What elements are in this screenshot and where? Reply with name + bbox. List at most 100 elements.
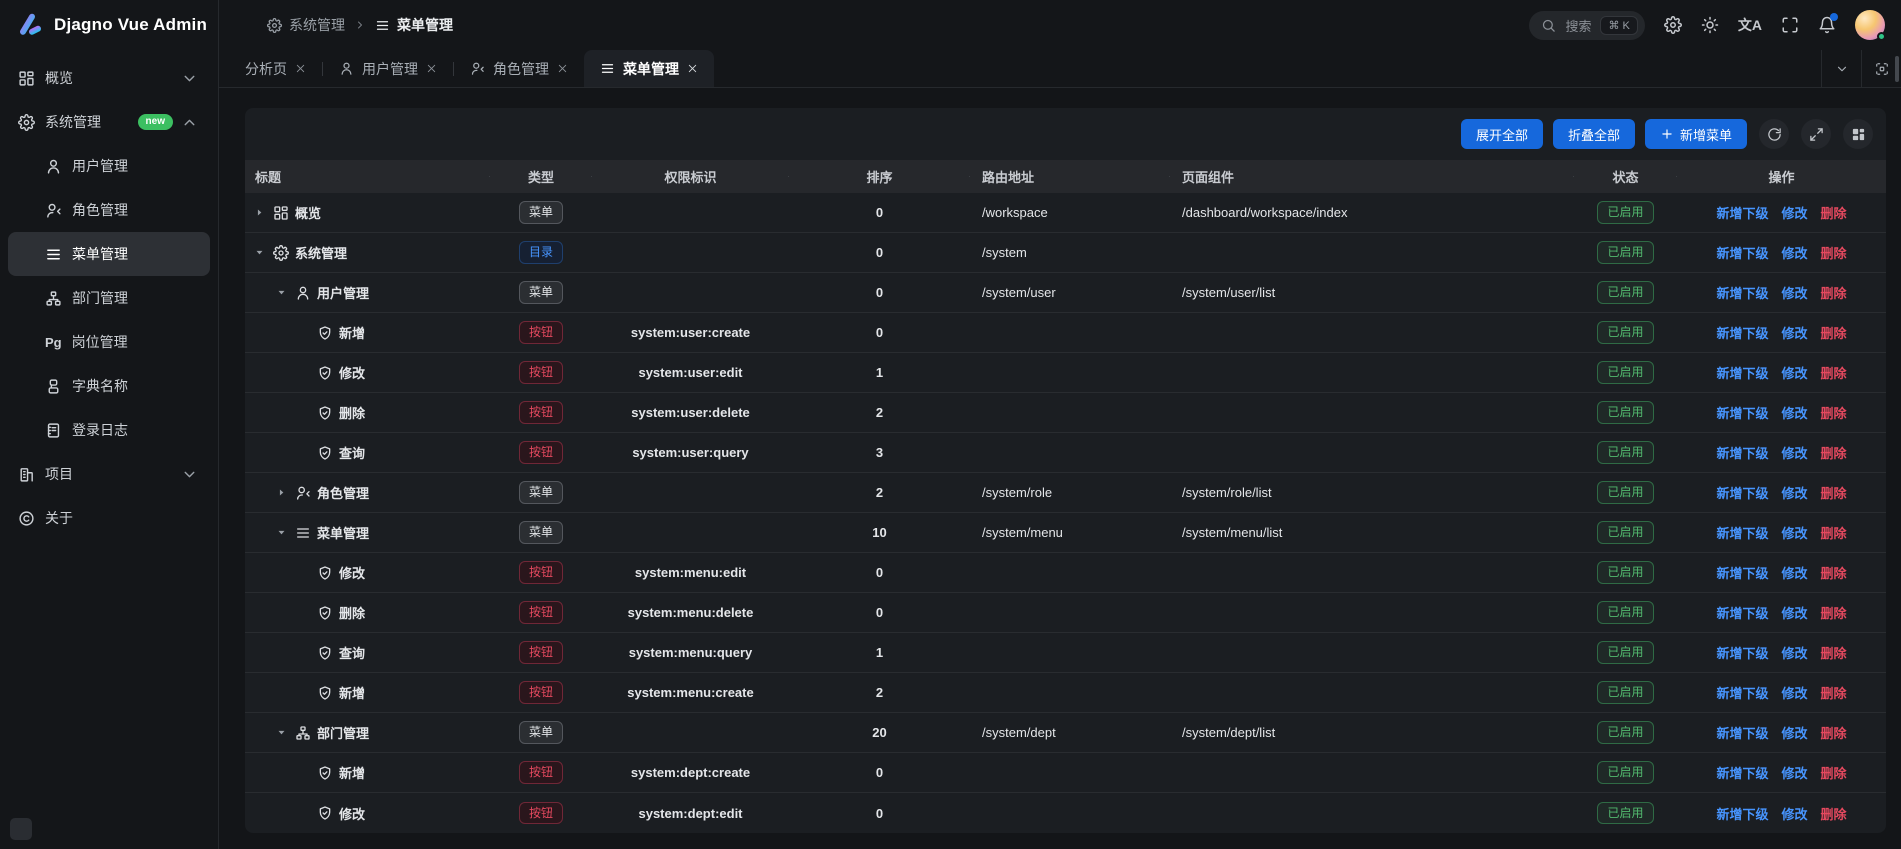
caret-down-icon[interactable] bbox=[251, 247, 267, 258]
notifications-button[interactable] bbox=[1818, 16, 1836, 34]
action-delete[interactable]: 删除 bbox=[1821, 763, 1847, 782]
caret-down-icon[interactable] bbox=[273, 287, 289, 298]
column-header-title: 标题 bbox=[245, 167, 490, 186]
action-delete[interactable]: 删除 bbox=[1821, 283, 1847, 302]
action-add-child[interactable]: 新增下级 bbox=[1716, 804, 1768, 823]
tab-menu[interactable]: 菜单管理 bbox=[584, 50, 714, 87]
action-delete[interactable]: 删除 bbox=[1821, 443, 1847, 462]
cell-type: 按钮 bbox=[490, 361, 592, 383]
action-add-child[interactable]: 新增下级 bbox=[1716, 723, 1768, 742]
refresh-table-button[interactable] bbox=[1759, 119, 1789, 149]
sidebar-item-dept[interactable]: 部门管理 bbox=[8, 276, 210, 320]
user-arrow-icon bbox=[45, 202, 62, 219]
language-button[interactable]: 文A bbox=[1738, 18, 1762, 32]
action-add-child[interactable]: 新增下级 bbox=[1716, 483, 1768, 502]
action-edit[interactable]: 修改 bbox=[1781, 523, 1807, 542]
sidebar-item-user[interactable]: 用户管理 bbox=[8, 144, 210, 188]
action-edit[interactable]: 修改 bbox=[1781, 283, 1807, 302]
sidebar-item-about[interactable]: 关于 bbox=[8, 496, 210, 540]
close-icon[interactable] bbox=[557, 63, 568, 74]
sidebar-item-overview[interactable]: 概览 bbox=[8, 56, 210, 100]
action-add-child[interactable]: 新增下级 bbox=[1716, 643, 1768, 662]
sidebar-item-log[interactable]: 登录日志 bbox=[8, 408, 210, 452]
cell-sort: 1 bbox=[789, 365, 970, 380]
add-menu-button[interactable]: 新增菜单 bbox=[1645, 119, 1747, 149]
action-add-child[interactable]: 新增下级 bbox=[1716, 243, 1768, 262]
action-delete[interactable]: 删除 bbox=[1821, 643, 1847, 662]
action-edit[interactable]: 修改 bbox=[1781, 203, 1807, 222]
breadcrumb-item-menu[interactable]: 菜单管理 bbox=[375, 15, 453, 35]
column-settings-button[interactable] bbox=[1843, 119, 1873, 149]
action-delete[interactable]: 删除 bbox=[1821, 723, 1847, 742]
action-add-child[interactable]: 新增下级 bbox=[1716, 763, 1768, 782]
action-add-child[interactable]: 新增下级 bbox=[1716, 523, 1768, 542]
action-add-child[interactable]: 新增下级 bbox=[1716, 323, 1768, 342]
caret-down-icon[interactable] bbox=[273, 727, 289, 738]
action-add-child[interactable]: 新增下级 bbox=[1716, 203, 1768, 222]
action-delete[interactable]: 删除 bbox=[1821, 563, 1847, 582]
shield-icon bbox=[317, 405, 333, 421]
action-delete[interactable]: 删除 bbox=[1821, 683, 1847, 702]
settings-button[interactable] bbox=[1664, 16, 1682, 34]
action-add-child[interactable]: 新增下级 bbox=[1716, 683, 1768, 702]
action-add-child[interactable]: 新增下级 bbox=[1716, 403, 1768, 422]
action-add-child[interactable]: 新增下级 bbox=[1716, 443, 1768, 462]
action-edit[interactable]: 修改 bbox=[1781, 363, 1807, 382]
caret-right-icon[interactable] bbox=[273, 487, 289, 498]
sidebar-item-post[interactable]: Pg岗位管理 bbox=[8, 320, 210, 364]
type-badge: 菜单 bbox=[519, 481, 563, 503]
action-delete[interactable]: 删除 bbox=[1821, 243, 1847, 262]
action-edit[interactable]: 修改 bbox=[1781, 483, 1807, 502]
action-delete[interactable]: 删除 bbox=[1821, 403, 1847, 422]
caret-down-icon[interactable] bbox=[273, 527, 289, 538]
action-edit[interactable]: 修改 bbox=[1781, 643, 1807, 662]
action-edit[interactable]: 修改 bbox=[1781, 723, 1807, 742]
action-add-child[interactable]: 新增下级 bbox=[1716, 563, 1768, 582]
action-add-child[interactable]: 新增下级 bbox=[1716, 603, 1768, 622]
theme-toggle-button[interactable] bbox=[1701, 16, 1719, 34]
action-edit[interactable]: 修改 bbox=[1781, 563, 1807, 582]
action-delete[interactable]: 删除 bbox=[1821, 323, 1847, 342]
action-delete[interactable]: 删除 bbox=[1821, 804, 1847, 823]
sidebar-item-role[interactable]: 角色管理 bbox=[8, 188, 210, 232]
row-title: 查询 bbox=[339, 443, 365, 462]
action-add-child[interactable]: 新增下级 bbox=[1716, 363, 1768, 382]
action-edit[interactable]: 修改 bbox=[1781, 603, 1807, 622]
action-edit[interactable]: 修改 bbox=[1781, 323, 1807, 342]
breadcrumb-item-system[interactable]: 系统管理 bbox=[267, 15, 345, 35]
close-icon[interactable] bbox=[295, 63, 306, 74]
sidebar-item-dict[interactable]: 字典名称 bbox=[8, 364, 210, 408]
action-delete[interactable]: 删除 bbox=[1821, 523, 1847, 542]
tab-analysis[interactable]: 分析页 bbox=[229, 50, 322, 87]
action-add-child[interactable]: 新增下级 bbox=[1716, 283, 1768, 302]
action-edit[interactable]: 修改 bbox=[1781, 403, 1807, 422]
action-edit[interactable]: 修改 bbox=[1781, 243, 1807, 262]
tab-user[interactable]: 用户管理 bbox=[323, 50, 453, 87]
action-edit[interactable]: 修改 bbox=[1781, 763, 1807, 782]
tab-role[interactable]: 角色管理 bbox=[454, 50, 584, 87]
table-fullscreen-button[interactable] bbox=[1801, 119, 1831, 149]
action-delete[interactable]: 删除 bbox=[1821, 603, 1847, 622]
action-edit[interactable]: 修改 bbox=[1781, 443, 1807, 462]
search-input[interactable]: 搜索 ⌘ K bbox=[1529, 11, 1644, 40]
sidebar-collapse-button[interactable] bbox=[10, 818, 32, 840]
action-edit[interactable]: 修改 bbox=[1781, 683, 1807, 702]
cell-actions: 新增下级修改删除 bbox=[1677, 243, 1886, 262]
sidebar-item-project[interactable]: 项目 bbox=[8, 452, 210, 496]
expand-all-button[interactable]: 展开全部 bbox=[1461, 119, 1543, 149]
user-avatar[interactable] bbox=[1855, 10, 1885, 40]
sidebar-item-system[interactable]: 系统管理new bbox=[8, 100, 210, 144]
close-icon[interactable] bbox=[426, 63, 437, 74]
scrollbar-thumb[interactable] bbox=[1895, 56, 1899, 82]
sidebar-item-menu[interactable]: 菜单管理 bbox=[8, 232, 210, 276]
action-delete[interactable]: 删除 bbox=[1821, 363, 1847, 382]
tabs-menu-button[interactable] bbox=[1821, 50, 1861, 87]
action-delete[interactable]: 删除 bbox=[1821, 203, 1847, 222]
action-delete[interactable]: 删除 bbox=[1821, 483, 1847, 502]
action-edit[interactable]: 修改 bbox=[1781, 804, 1807, 823]
fullscreen-button[interactable] bbox=[1781, 16, 1799, 34]
collapse-all-button[interactable]: 折叠全部 bbox=[1553, 119, 1635, 149]
caret-right-icon[interactable] bbox=[251, 207, 267, 218]
close-icon[interactable] bbox=[687, 63, 698, 74]
sidebar-item-extras bbox=[181, 466, 198, 483]
